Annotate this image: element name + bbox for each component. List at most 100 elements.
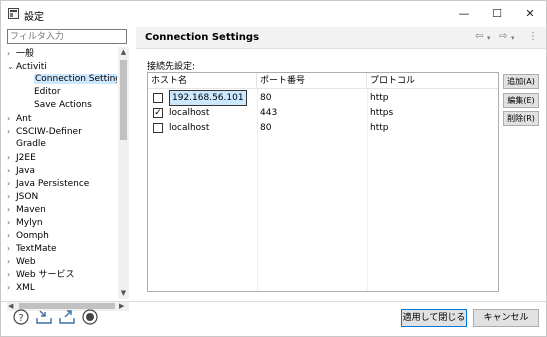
protocol-cell: http: [370, 123, 389, 133]
column-header-protocol[interactable]: プロトコル: [367, 73, 498, 89]
enabled-checkbox[interactable]: [153, 123, 163, 133]
tree-item[interactable]: › Java Persistence: [7, 177, 89, 190]
collapsed-chevron-icon[interactable]: ›: [7, 164, 16, 177]
edit-button[interactable]: 編集(E): [503, 93, 539, 108]
section-label: 接続先設定:: [147, 62, 196, 72]
protocol-cell: https: [370, 108, 394, 118]
tree-item[interactable]: › J2EE: [7, 151, 36, 164]
cancel-button[interactable]: キャンセル: [473, 309, 539, 327]
tree-item[interactable]: › JSON: [7, 190, 38, 203]
port-cell: 80: [260, 123, 272, 133]
page-title: Connection Settings: [145, 32, 260, 43]
maximize-button[interactable]: ☐: [485, 5, 509, 23]
expanded-chevron-icon[interactable]: ⌄: [7, 60, 16, 73]
table-row[interactable]: ✓ localhost 443 https: [148, 105, 498, 121]
tree-item-label: TextMate: [16, 244, 57, 254]
tree-item-label: J2EE: [16, 153, 36, 163]
filter-input[interactable]: [7, 29, 127, 44]
collapsed-chevron-icon[interactable]: ›: [7, 255, 16, 268]
collapsed-chevron-icon[interactable]: ›: [7, 281, 16, 294]
preference-navigation: ›一般⌄ActivitiConnection SettingsEditorSav…: [7, 29, 129, 311]
view-menu-icon[interactable]: ⋮: [528, 31, 538, 42]
tree-item-label: Mylyn: [16, 218, 43, 228]
tree-item[interactable]: › Web: [7, 255, 36, 268]
collapsed-chevron-icon[interactable]: ›: [7, 190, 16, 203]
preference-tree: › 一般 ⌄ Activiti Connection Settings Editor Sav…: [7, 47, 117, 302]
minimize-button[interactable]: —: [452, 5, 476, 23]
title-bar: 設定 — ☐ ✕: [1, 1, 546, 27]
tree-item-label: Gradle: [16, 139, 46, 149]
tree-item-label: Oomph: [16, 231, 49, 241]
tree-item-label: 一般: [16, 49, 35, 59]
tree-item-label: Java Persistence: [16, 179, 90, 189]
svg-text:?: ?: [18, 313, 23, 324]
tree-vertical-scrollbar[interactable]: ▲ ▼: [118, 47, 129, 299]
forward-arrow-icon[interactable]: ⇨: [499, 31, 507, 42]
apply-and-close-button[interactable]: 適用して閉じる: [401, 309, 467, 327]
collapsed-chevron-icon[interactable]: ›: [7, 229, 16, 242]
tree-item[interactable]: › TextMate: [7, 242, 57, 255]
host-cell: localhost: [169, 123, 210, 133]
scroll-thumb[interactable]: [120, 60, 127, 140]
remove-button[interactable]: 削除(R): [503, 111, 539, 126]
enabled-checkbox[interactable]: [153, 93, 163, 103]
collapsed-chevron-icon[interactable]: ›: [7, 125, 16, 138]
column-header-port[interactable]: ポート番号: [257, 73, 367, 89]
tree-item[interactable]: Gradle: [7, 138, 46, 151]
window-title: 設定: [24, 12, 44, 23]
enabled-checkbox[interactable]: ✓: [153, 108, 163, 118]
scroll-right-arrow-icon[interactable]: ▶: [119, 301, 124, 311]
tree-item[interactable]: › Ant: [7, 112, 31, 125]
tree-item-label: Ant: [16, 114, 32, 124]
host-cell[interactable]: 192.168.56.101: [169, 90, 247, 106]
tree-item[interactable]: › Web サービス: [7, 268, 74, 281]
collapsed-chevron-icon[interactable]: ›: [7, 216, 16, 229]
tree-item[interactable]: ⌄ Activiti: [7, 60, 47, 73]
port-cell: 80: [260, 93, 272, 103]
table-row[interactable]: 192.168.56.101 80 http: [148, 90, 498, 106]
tree-item[interactable]: › CSCIW-Definer: [7, 125, 82, 138]
help-icon[interactable]: ?: [13, 309, 29, 325]
tree-item-label: CSCIW-Definer: [16, 127, 82, 137]
tree-item-label: Editor: [34, 87, 61, 97]
collapsed-chevron-icon[interactable]: ›: [7, 151, 16, 164]
tree-item-label: Connection Settings: [34, 74, 117, 84]
forward-dropdown-icon[interactable]: ▾: [511, 34, 515, 42]
import-icon[interactable]: [36, 309, 52, 325]
scroll-down-arrow-icon[interactable]: ▼: [118, 288, 129, 299]
collapsed-chevron-icon[interactable]: ›: [7, 112, 16, 125]
tree-item[interactable]: Connection Settings: [25, 73, 117, 86]
preferences-window: 設定 — ☐ ✕ ›一般⌄ActivitiConnection Settings…: [0, 0, 547, 337]
tree-item[interactable]: Editor: [25, 86, 61, 99]
tree-item-label: Maven: [16, 205, 46, 215]
record-icon[interactable]: [82, 309, 98, 325]
table-header: ホスト名 ポート番号 プロトコル: [148, 73, 498, 89]
add-button[interactable]: 追加(A): [503, 74, 539, 89]
table-row[interactable]: localhost 80 http: [148, 120, 498, 136]
tree-item-label: JSON: [16, 192, 39, 202]
tree-item[interactable]: › Java: [7, 164, 35, 177]
scroll-up-arrow-icon[interactable]: ▲: [118, 47, 129, 58]
collapsed-chevron-icon[interactable]: ›: [7, 177, 16, 190]
port-cell: 443: [260, 108, 278, 118]
collapsed-chevron-icon[interactable]: ›: [7, 268, 16, 281]
back-dropdown-icon[interactable]: ▾: [487, 34, 491, 42]
column-header-host[interactable]: ホスト名: [148, 73, 257, 89]
tree-item-label: Java: [16, 166, 36, 176]
back-arrow-icon[interactable]: ⇦: [475, 31, 483, 42]
tree-item[interactable]: › XML: [7, 281, 35, 294]
settings-app-icon: [8, 8, 19, 19]
collapsed-chevron-icon[interactable]: ›: [7, 47, 16, 60]
collapsed-chevron-icon[interactable]: ›: [7, 203, 16, 216]
tree-item[interactable]: › Mylyn: [7, 216, 43, 229]
export-icon[interactable]: [59, 309, 75, 325]
tree-item[interactable]: › Oomph: [7, 229, 49, 242]
close-button[interactable]: ✕: [518, 5, 542, 23]
tree-item[interactable]: › 一般: [7, 47, 34, 60]
connection-table: ホスト名 ポート番号 プロトコル 192.168.56.101 80 http ✓ lo…: [147, 72, 499, 292]
tree-item[interactable]: Save Actions: [25, 99, 92, 112]
protocol-cell: http: [370, 93, 389, 103]
tree-item-label: Web: [16, 257, 36, 267]
tree-item[interactable]: › Maven: [7, 203, 46, 216]
collapsed-chevron-icon[interactable]: ›: [7, 242, 16, 255]
